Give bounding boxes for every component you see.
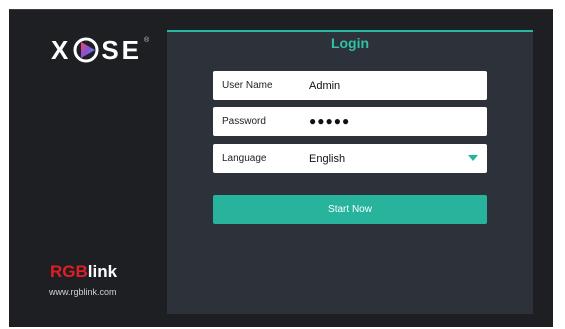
login-panel: Login User Name Admin Password ●●●●● Lan… xyxy=(167,30,533,314)
play-icon xyxy=(73,37,99,63)
logo-link-text: link xyxy=(87,262,118,281)
logo-letter-g: G xyxy=(62,262,76,281)
xpose-logo: X SE ® xyxy=(51,35,149,65)
logo-text-right: SE xyxy=(101,35,143,65)
logo-letter-r: R xyxy=(50,262,63,281)
username-value: Admin xyxy=(309,79,341,92)
username-label: User Name xyxy=(222,80,273,91)
logo-text-left: X xyxy=(51,35,72,65)
password-value: ●●●●● xyxy=(309,114,351,128)
brand-sidebar: X SE ® RGBlink www.rgblink.com xyxy=(9,9,167,327)
app-frame: X SE ® RGBlink www.rgblink.com Login Use… xyxy=(9,9,553,327)
language-value: English xyxy=(309,152,346,165)
chevron-down-icon[interactable] xyxy=(468,155,478,161)
logo-letter-b: B xyxy=(75,262,88,281)
start-now-button[interactable]: Start Now xyxy=(213,195,487,224)
password-label: Password xyxy=(222,116,266,127)
rgblink-logo: RGBlink xyxy=(50,263,117,280)
username-field[interactable]: User Name Admin xyxy=(213,71,487,100)
website-url: www.rgblink.com xyxy=(49,287,117,297)
language-label: Language xyxy=(222,153,267,164)
login-title: Login xyxy=(330,35,370,51)
language-select[interactable]: Language English xyxy=(213,144,487,173)
password-field[interactable]: Password ●●●●● xyxy=(213,107,487,136)
registered-mark: ® xyxy=(144,37,150,44)
